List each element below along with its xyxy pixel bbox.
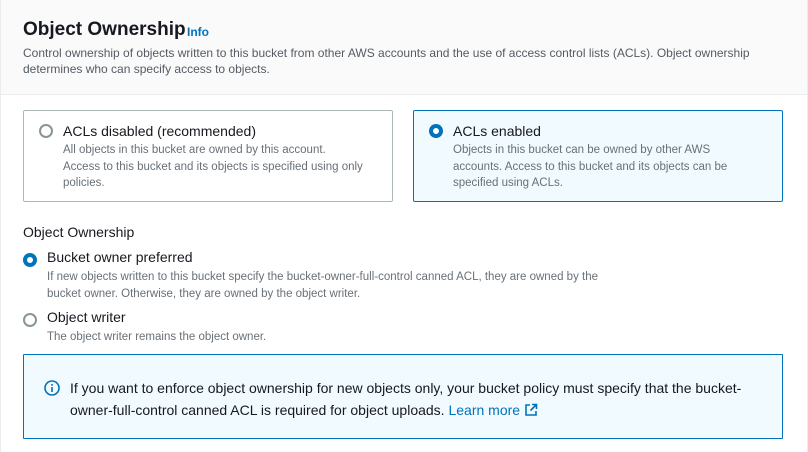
alert-message: If you want to enforce object ownership … xyxy=(70,377,760,421)
option-label: Bucket owner preferred xyxy=(47,249,193,265)
bucket-owner-preferred-radio[interactable] xyxy=(23,253,37,267)
option-description: If new objects written to this bucket sp… xyxy=(47,271,599,300)
ownership-group-label: Object Ownership xyxy=(23,224,135,240)
tile-description: All objects in this bucket are owned by … xyxy=(63,144,363,189)
option-label: Object writer xyxy=(47,309,126,325)
option-description: The object writer remains the object own… xyxy=(47,331,267,343)
external-link-icon xyxy=(525,403,538,416)
alert-text: If you want to enforce object ownership … xyxy=(70,380,742,418)
object-writer-radio[interactable] xyxy=(23,313,37,327)
tile-acls-enabled[interactable]: ACLs enabled Objects in this bucket can … xyxy=(413,110,783,202)
tile-label: ACLs enabled xyxy=(453,123,541,139)
info-link[interactable]: Info xyxy=(187,25,209,39)
panel-header: Object Ownership Info Control ownership … xyxy=(1,0,807,95)
tile-label: ACLs disabled (recommended) xyxy=(63,123,256,139)
acls-disabled-radio[interactable] xyxy=(39,124,53,138)
object-ownership-panel: Object Ownership Info Control ownership … xyxy=(0,0,808,452)
learn-more-label: Learn more xyxy=(448,402,521,418)
learn-more-link[interactable]: Learn more xyxy=(448,402,538,418)
tile-description: Objects in this bucket can be owned by o… xyxy=(453,144,728,189)
tile-acls-disabled[interactable]: ACLs disabled (recommended) All objects … xyxy=(23,110,393,202)
acls-enabled-radio[interactable] xyxy=(429,124,443,138)
info-circle-icon xyxy=(44,380,60,396)
info-alert: If you want to enforce object ownership … xyxy=(23,354,783,439)
panel-description: Control ownership of objects written to … xyxy=(23,46,750,76)
page-title: Object Ownership xyxy=(23,19,186,40)
